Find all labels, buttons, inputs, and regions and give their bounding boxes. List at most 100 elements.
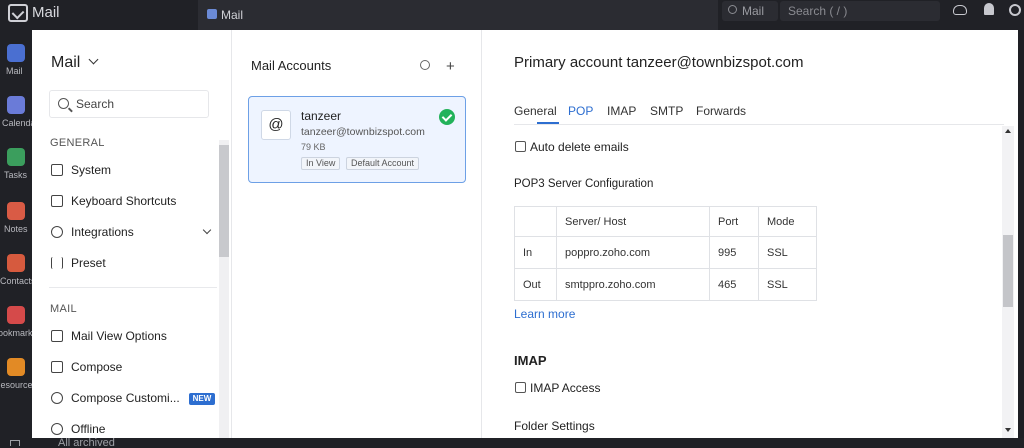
bottom-status-text: All archived <box>58 437 115 448</box>
folder-settings-heading: Folder Settings <box>514 419 595 433</box>
table-header-cell: Mode <box>758 206 817 237</box>
details-scrollbar-thumb[interactable] <box>1003 235 1013 307</box>
calendar-icon <box>7 96 25 114</box>
settings-nav: Mail Search GENERAL System Keyboard Shor… <box>32 30 231 438</box>
account-details-pane: Primary account tanzeer@townbizspot.com … <box>483 30 1018 438</box>
table-cell: smtppro.zoho.com <box>556 268 710 301</box>
sliders-icon <box>51 257 63 269</box>
table-row: In poppro.zoho.com 995 SSL <box>514 236 817 269</box>
divider <box>49 287 217 288</box>
tabs-divider <box>514 124 1004 125</box>
table-cell: poppro.zoho.com <box>556 236 710 269</box>
contacts-icon <box>7 254 25 272</box>
scroll-down-arrow-icon[interactable] <box>1005 428 1011 432</box>
bottom-strip <box>32 438 1024 448</box>
auto-delete-label: Auto delete emails <box>530 140 629 154</box>
search-icon <box>728 5 737 14</box>
details-scrollbar[interactable] <box>1002 126 1014 438</box>
auto-delete-checkbox[interactable] <box>515 141 526 152</box>
gear-icon[interactable] <box>1009 4 1021 16</box>
layout-icon <box>51 330 63 342</box>
chevron-down-icon[interactable] <box>88 54 99 65</box>
nav-item-label: Mail View Options <box>71 329 167 343</box>
tab-smtp[interactable]: SMTP <box>650 104 683 118</box>
imap-heading: IMAP <box>514 353 547 368</box>
table-header-cell: Port <box>709 206 759 237</box>
cloud-icon[interactable] <box>953 5 967 15</box>
nav-item-system[interactable]: System <box>49 160 219 182</box>
nav-item-label: Integrations <box>71 225 134 239</box>
tag-in-view: In View <box>301 157 341 170</box>
pop3-config-table: Server/ Host Port Mode In poppro.zoho.co… <box>514 206 817 301</box>
account-email: tanzeer@townbizspot.com <box>301 126 425 138</box>
learn-more-link[interactable]: Learn more <box>514 307 575 321</box>
chevron-down-icon <box>202 225 212 235</box>
tab-pop[interactable]: POP <box>568 104 593 118</box>
table-cell: Out <box>514 268 557 301</box>
settings-heading[interactable]: Mail <box>51 54 80 72</box>
search-scope-dropdown[interactable]: Mail <box>722 1 778 21</box>
settings-search-input[interactable]: Search <box>49 90 209 118</box>
mail-accounts-title: Mail Accounts <box>251 58 332 73</box>
nav-scrollbar[interactable] <box>219 140 229 438</box>
plug-icon <box>51 226 63 238</box>
nav-item-compose[interactable]: Compose <box>49 357 219 379</box>
global-search-placeholder: Search ( / ) <box>788 4 848 18</box>
nav-item-compose-customization[interactable]: Compose Customi... NEW <box>49 388 219 410</box>
customize-icon <box>51 392 63 404</box>
nav-item-label: System <box>71 163 112 177</box>
global-search-input[interactable]: Search ( / ) <box>780 1 940 21</box>
resources-icon <box>7 358 25 376</box>
nav-item-label: Compose Customi... <box>71 391 180 405</box>
table-header-cell: Server/ Host <box>556 206 710 237</box>
mail-icon <box>7 44 25 62</box>
nav-scrollbar-thumb[interactable] <box>219 145 229 257</box>
table-header-row: Server/ Host Port Mode <box>514 206 817 237</box>
table-cell: SSL <box>758 236 817 269</box>
table-header-cell <box>514 206 557 237</box>
imap-access-checkbox[interactable] <box>515 382 526 393</box>
bell-icon[interactable] <box>984 3 994 15</box>
nav-item-mail-view-options[interactable]: Mail View Options <box>49 326 219 348</box>
mail-accounts-pane: Mail Accounts + @ tanzeer tanzeer@townbi… <box>231 30 482 438</box>
nav-item-label: Offline <box>71 422 106 436</box>
settings-icon[interactable] <box>420 60 430 70</box>
mail-logo-icon <box>8 4 28 22</box>
rail-label: Mail <box>6 66 23 76</box>
tab-imap[interactable]: IMAP <box>607 104 636 118</box>
scroll-up-arrow-icon[interactable] <box>1005 129 1011 133</box>
add-account-icon[interactable]: + <box>446 58 455 75</box>
new-badge: NEW <box>189 393 215 405</box>
table-row: Out smtppro.zoho.com 465 SSL <box>514 268 817 301</box>
rail-label: Tasks <box>4 170 28 180</box>
nav-item-integrations[interactable]: Integrations <box>49 222 219 244</box>
account-card[interactable]: @ tanzeer tanzeer@townbizspot.com 79 KB … <box>248 96 466 183</box>
settings-panel: Mail Search GENERAL System Keyboard Shor… <box>32 30 1018 438</box>
tasks-icon <box>7 148 25 166</box>
offline-icon <box>51 423 63 435</box>
collapse-icon[interactable] <box>10 440 20 446</box>
account-size: 79 KB <box>301 142 326 152</box>
tab-mail-label: Mail <box>221 8 244 22</box>
tag-default-account: Default Account <box>346 157 420 170</box>
rail-label: Notes <box>4 224 28 234</box>
search-icon <box>58 98 69 109</box>
bookmark-icon <box>7 306 25 324</box>
section-label-general: GENERAL <box>50 137 105 149</box>
pop3-config-heading: POP3 Server Configuration <box>514 178 654 190</box>
check-icon <box>439 109 455 125</box>
monitor-icon <box>51 164 63 176</box>
section-label-mail: MAIL <box>50 303 77 315</box>
tab-mail[interactable]: Mail <box>198 0 718 30</box>
rail-label: Contacts <box>0 276 36 286</box>
mail-tab-icon <box>207 9 217 19</box>
tab-forwards[interactable]: Forwards <box>696 104 746 118</box>
table-cell: 995 <box>709 236 759 269</box>
compose-icon <box>51 361 63 373</box>
nav-item-preset[interactable]: Preset <box>49 253 219 275</box>
notes-icon <box>7 202 25 220</box>
table-cell: SSL <box>758 268 817 301</box>
tab-general[interactable]: General <box>514 104 557 118</box>
settings-search-placeholder: Search <box>76 97 115 111</box>
nav-item-keyboard-shortcuts[interactable]: Keyboard Shortcuts <box>49 191 219 213</box>
